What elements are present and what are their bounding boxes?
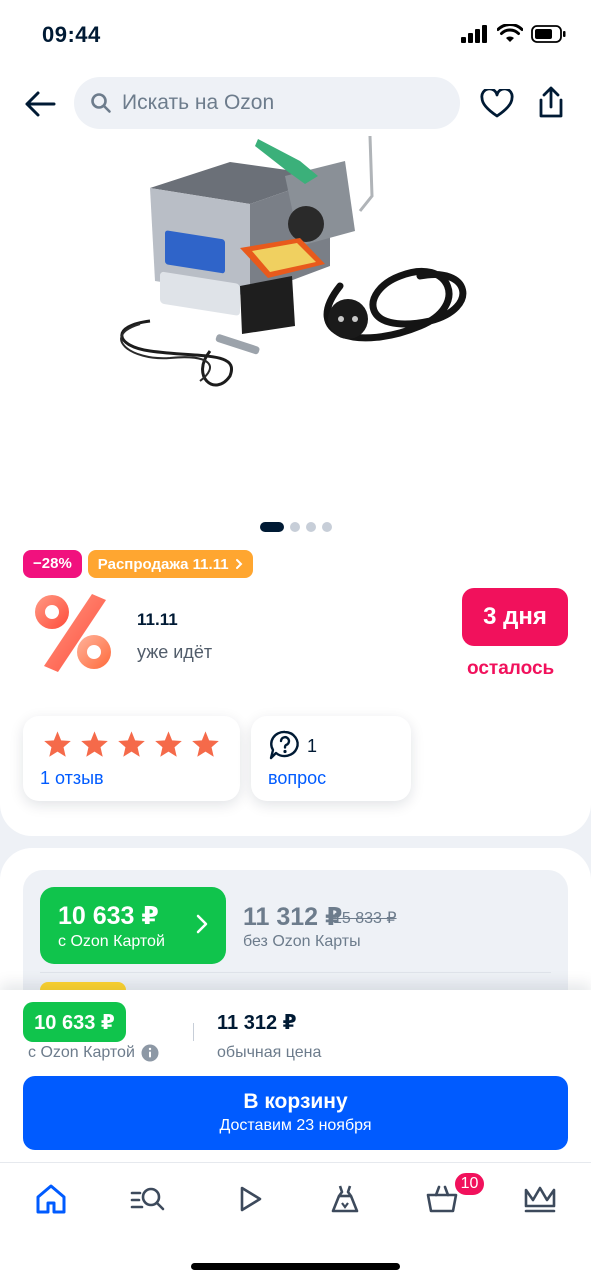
ozon-card-price-button[interactable]: 10 633 ₽ с Ozon Картой [40,887,226,964]
promo-title: 11.11 [137,610,178,629]
star-icon [155,731,182,757]
status-icons [461,24,567,44]
product-image [120,135,467,387]
add-to-cart-label: В корзину [243,1090,348,1113]
promo-subtitle: уже идёт [137,642,213,662]
plug [328,299,368,339]
signal-icon [461,25,487,43]
battery-icon [531,25,566,43]
star-icon [44,731,71,757]
back-button[interactable] [20,84,60,124]
search-icon [91,93,111,113]
sticky-card-price: 10 633 ₽ [23,1002,126,1042]
old-price: 15 833 ₽ [333,910,397,927]
questions-link[interactable]: вопрос [268,768,326,789]
tips-box [240,276,295,334]
rating-stars [43,730,220,758]
search-input[interactable]: Искать на Ozon [74,77,460,129]
percent-icon [28,588,120,676]
gallery-dot[interactable] [306,522,316,532]
badges: −28% Распродажа 11.11 [23,550,253,578]
search-placeholder: Искать на Ozon [122,91,275,114]
tab-fresh[interactable] [325,1179,365,1219]
chevron-right-icon [196,914,208,934]
tab-video[interactable] [229,1179,269,1219]
status-time: 09:44 [42,22,101,47]
holder-cup [288,206,324,242]
home-icon [36,1184,66,1214]
star-icon [192,731,219,757]
bottom-tab-bar: 10 [0,1162,591,1280]
chevron-right-icon [235,559,242,569]
top-header: Искать на Ozon [0,70,591,136]
discount-badge: −28% [23,550,82,578]
reviews-card[interactable]: 1 отзыв [23,716,240,801]
card-price: 10 633 ₽ [58,902,159,930]
heart-icon [480,89,514,118]
sale-badge[interactable]: Распродажа 11.11 [87,550,253,578]
reviews-link[interactable]: 1 отзыв [40,768,104,789]
gallery-dot[interactable] [290,522,300,532]
regular-price-label: без Ozon Карты [243,933,361,950]
questions-card[interactable]: 1 вопрос [251,716,411,801]
card-price-label: с Ozon Картой [58,933,165,950]
arrow-left-icon [25,91,56,117]
gallery-dot[interactable] [260,522,284,532]
sticky-card-label: с Ozon Картой [28,1044,135,1061]
divider [40,972,551,973]
home-indicator [191,1263,400,1270]
product-card: −28% Распродажа 11.11 11.11 уже идёт 3 д… [0,135,591,836]
days-left-caption: осталось [467,658,555,679]
sale-badge-label: Распродажа 11.11 [97,555,229,573]
divider [193,1023,194,1041]
days-left-badge: 3 дня [462,588,568,646]
gallery-dots [260,522,332,532]
sticky-regular-price: 11 312 ₽ [217,1012,297,1034]
wifi-icon [497,24,523,42]
star-icon [81,731,108,757]
iron-stand-wire [358,135,374,212]
info-icon[interactable] [141,1044,159,1062]
sticky-regular-label: обычная цена [217,1044,322,1061]
catalog-search-icon [130,1187,165,1211]
probe-cable [120,319,233,387]
tab-profile[interactable] [520,1179,560,1219]
delivery-date: Доставим 23 ноября [219,1117,372,1134]
dress-icon [331,1185,359,1213]
tab-catalog[interactable] [128,1179,168,1219]
question-bubble-icon [269,730,299,760]
share-icon [539,86,563,118]
sticky-buy-panel: 10 633 ₽ с Ozon Картой 11 312 ₽ обычная … [0,990,591,1162]
play-icon [240,1186,262,1212]
add-to-cart-button[interactable]: В корзину Доставим 23 ноября [23,1076,568,1150]
favorite-button[interactable] [478,85,516,123]
clip [215,334,260,355]
questions-count: 1 [307,736,318,756]
crown-icon [524,1186,556,1213]
regular-price: 11 312 ₽ [243,903,343,931]
status-bar: 09:44 [0,0,591,70]
sticky-card-label-row: с Ozon Картой [28,1044,159,1062]
tab-home[interactable] [31,1179,71,1219]
star-icon [118,731,145,757]
product-image-gallery[interactable] [0,135,591,506]
cart-count-badge: 10 [453,1171,486,1197]
share-button[interactable] [532,82,570,122]
gallery-dot[interactable] [322,522,332,532]
